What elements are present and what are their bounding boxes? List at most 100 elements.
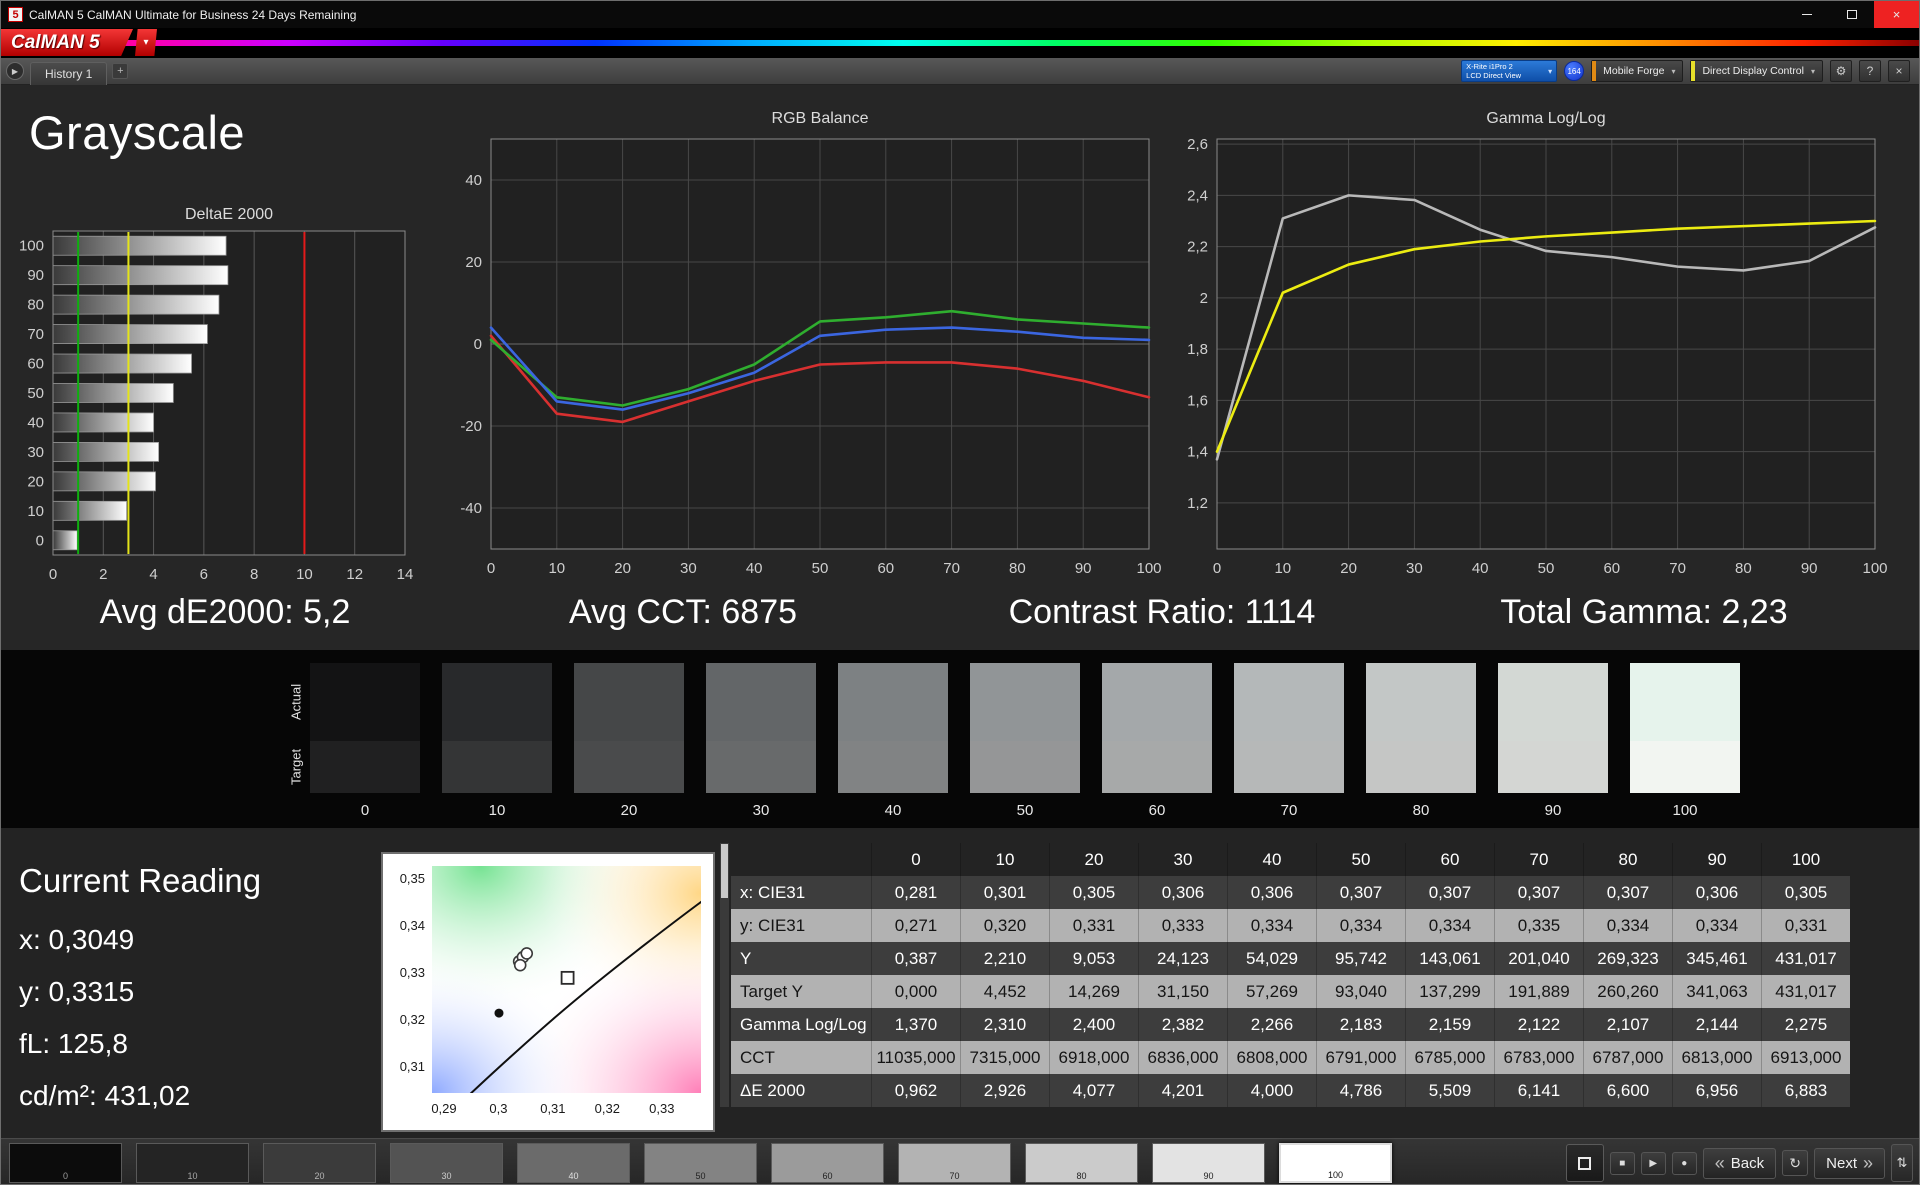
svg-text:6: 6 xyxy=(200,566,208,583)
table-cell: 0,301 xyxy=(960,876,1049,909)
table-cell: 11035,000 xyxy=(871,1041,960,1074)
table-cell: 6836,000 xyxy=(1138,1041,1227,1074)
svg-text:0,35: 0,35 xyxy=(400,871,425,886)
swatch-actual xyxy=(574,663,684,741)
patch-button-10[interactable]: 10 xyxy=(136,1143,249,1183)
calman-logo[interactable]: CalMAN 5 xyxy=(1,29,133,56)
scrollbar-thumb[interactable] xyxy=(721,844,728,898)
svg-text:60: 60 xyxy=(27,356,44,373)
svg-text:DeltaE 2000: DeltaE 2000 xyxy=(185,206,273,223)
rgb-balance-chart: RGB Balance 0 10 20 30 40 50 60 70 80 90 100 40 20 0 -2… xyxy=(460,110,1161,577)
back-button[interactable]: « Back xyxy=(1702,1147,1777,1179)
patch-button-20[interactable]: 20 xyxy=(263,1143,376,1183)
svg-text:2,2: 2,2 xyxy=(1187,239,1208,256)
table-cell: 9,053 xyxy=(1049,942,1138,975)
patch-button-30[interactable]: 30 xyxy=(390,1143,503,1183)
source-selector-button[interactable]: Mobile Forge ▾ xyxy=(1591,60,1684,82)
patch-button-60[interactable]: 60 xyxy=(771,1143,884,1183)
patch-button-70[interactable]: 70 xyxy=(898,1143,1011,1183)
table-scrollbar[interactable] xyxy=(720,843,729,1107)
patch-button-100[interactable]: 100 xyxy=(1279,1143,1392,1183)
swatch-target xyxy=(1498,741,1608,793)
avg-de2000-readout: Avg dE2000: 5,2 xyxy=(99,593,351,631)
patch-button-90[interactable]: 90 xyxy=(1152,1143,1265,1183)
gamma-chart: Gamma Log/Log 0 10 20 30 40 50 60 70 80 90 100 2,6 2,… xyxy=(1187,110,1887,577)
swatch-target xyxy=(310,741,420,793)
total-gamma-readout: Total Gamma: 2,23 xyxy=(1500,593,1788,631)
svg-text:40: 40 xyxy=(1472,560,1489,577)
swatch-label: 40 xyxy=(884,802,902,819)
table-cell: 431,017 xyxy=(1761,942,1850,975)
expand-sidebar-button[interactable]: ▶ xyxy=(6,62,24,80)
maximize-icon xyxy=(1846,10,1857,19)
grayscale-swatch: 40 xyxy=(838,663,948,819)
table-cell: 2,400 xyxy=(1049,1008,1138,1041)
svg-text:1,6: 1,6 xyxy=(1187,392,1208,409)
swatch-target xyxy=(1234,741,1344,793)
svg-text:90: 90 xyxy=(1075,560,1092,577)
svg-text:100: 100 xyxy=(1862,560,1887,577)
grayscale-swatch: 0 xyxy=(310,663,420,819)
chevron-down-icon: ▾ xyxy=(1810,66,1815,76)
close-button[interactable]: × xyxy=(1874,1,1919,28)
svg-text:0,34: 0,34 xyxy=(400,918,425,933)
next-button[interactable]: Next » xyxy=(1814,1147,1885,1179)
read-once-button[interactable]: ▶ xyxy=(1640,1151,1666,1175)
table-cell: 0,334 xyxy=(1227,909,1316,942)
table-cell: 0,305 xyxy=(1049,876,1138,909)
minimize-button[interactable] xyxy=(1784,1,1829,28)
back-label: Back xyxy=(1730,1154,1765,1172)
svg-text:70: 70 xyxy=(27,326,44,343)
table-cell: 0,387 xyxy=(871,942,960,975)
stop-measure-button[interactable]: ■ xyxy=(1609,1151,1635,1175)
meter-mode: LCD Direct View xyxy=(1466,71,1522,80)
table-column-header: 60 xyxy=(1405,843,1494,876)
read-continuous-button[interactable]: ● xyxy=(1671,1151,1697,1175)
patch-label: 30 xyxy=(441,1171,452,1181)
pattern-window-button[interactable] xyxy=(1565,1144,1604,1182)
swatch-label: 30 xyxy=(752,802,770,819)
grayscale-swatch: 90 xyxy=(1498,663,1608,819)
swatch-actual xyxy=(1234,663,1344,741)
table-row-label: CCT xyxy=(731,1041,871,1074)
help-button[interactable]: ? xyxy=(1859,60,1881,82)
table-cell: 2,159 xyxy=(1405,1008,1494,1041)
svg-text:RGB Balance: RGB Balance xyxy=(772,110,869,127)
rainbow-gradient-bar xyxy=(1,40,1919,46)
table-cell: 6808,000 xyxy=(1227,1041,1316,1074)
swatch-actual xyxy=(1366,663,1476,741)
reading-y: y: 0,3315 xyxy=(19,976,135,1007)
table-cell: 137,299 xyxy=(1405,975,1494,1008)
swatch-target xyxy=(1366,741,1476,793)
table-cell: 95,742 xyxy=(1316,942,1405,975)
logo-menu-button[interactable]: ▾ xyxy=(135,29,157,56)
swatch-target xyxy=(442,741,552,793)
gear-icon: ⚙ xyxy=(1835,64,1847,78)
table-row-label: y: CIE31 xyxy=(731,909,871,942)
swatch-label: 10 xyxy=(488,802,506,819)
patch-button-0[interactable]: 0 xyxy=(9,1143,122,1183)
swatch-row: 0 10 20 30 40 50 60 70 80 90 100 xyxy=(310,663,1740,819)
close-workspace-button[interactable]: × xyxy=(1888,60,1910,82)
patch-button-40[interactable]: 40 xyxy=(517,1143,630,1183)
patch-button-80[interactable]: 80 xyxy=(1025,1143,1138,1183)
settings-button[interactable]: ⚙ xyxy=(1830,60,1852,82)
back-chevrons-icon: « xyxy=(1714,1152,1725,1173)
table-cell: 6,883 xyxy=(1761,1074,1850,1107)
toolbar-expand-button[interactable]: ⇅ xyxy=(1891,1144,1913,1182)
maximize-button[interactable] xyxy=(1829,1,1874,28)
actual-row-label: Actual xyxy=(288,683,304,721)
loop-button[interactable]: ↻ xyxy=(1782,1150,1809,1176)
display-control-button[interactable]: Direct Display Control ▾ xyxy=(1690,60,1823,82)
table-cell: 260,260 xyxy=(1583,975,1672,1008)
results-table: 0 10 20 30 40 50 60 70 80 90 100 x: CIE31 0,281 0,301… xyxy=(731,843,1850,1107)
patch-button-50[interactable]: 50 xyxy=(644,1143,757,1183)
deltae-chart: DeltaE 20000 2 4 6 8 10 12 14100908070605040302… xyxy=(19,206,413,583)
swatch-actual xyxy=(1630,663,1740,741)
table-cell: 6,600 xyxy=(1583,1074,1672,1107)
add-tab-button[interactable]: + xyxy=(112,63,129,79)
chevron-down-icon: ▾ xyxy=(143,37,149,48)
tab-history-1[interactable]: History 1 xyxy=(30,61,108,85)
svg-text:12: 12 xyxy=(346,566,363,583)
meter-selector-button[interactable]: X-Rite i1Pro 2 LCD Direct View ▾ xyxy=(1461,60,1558,82)
